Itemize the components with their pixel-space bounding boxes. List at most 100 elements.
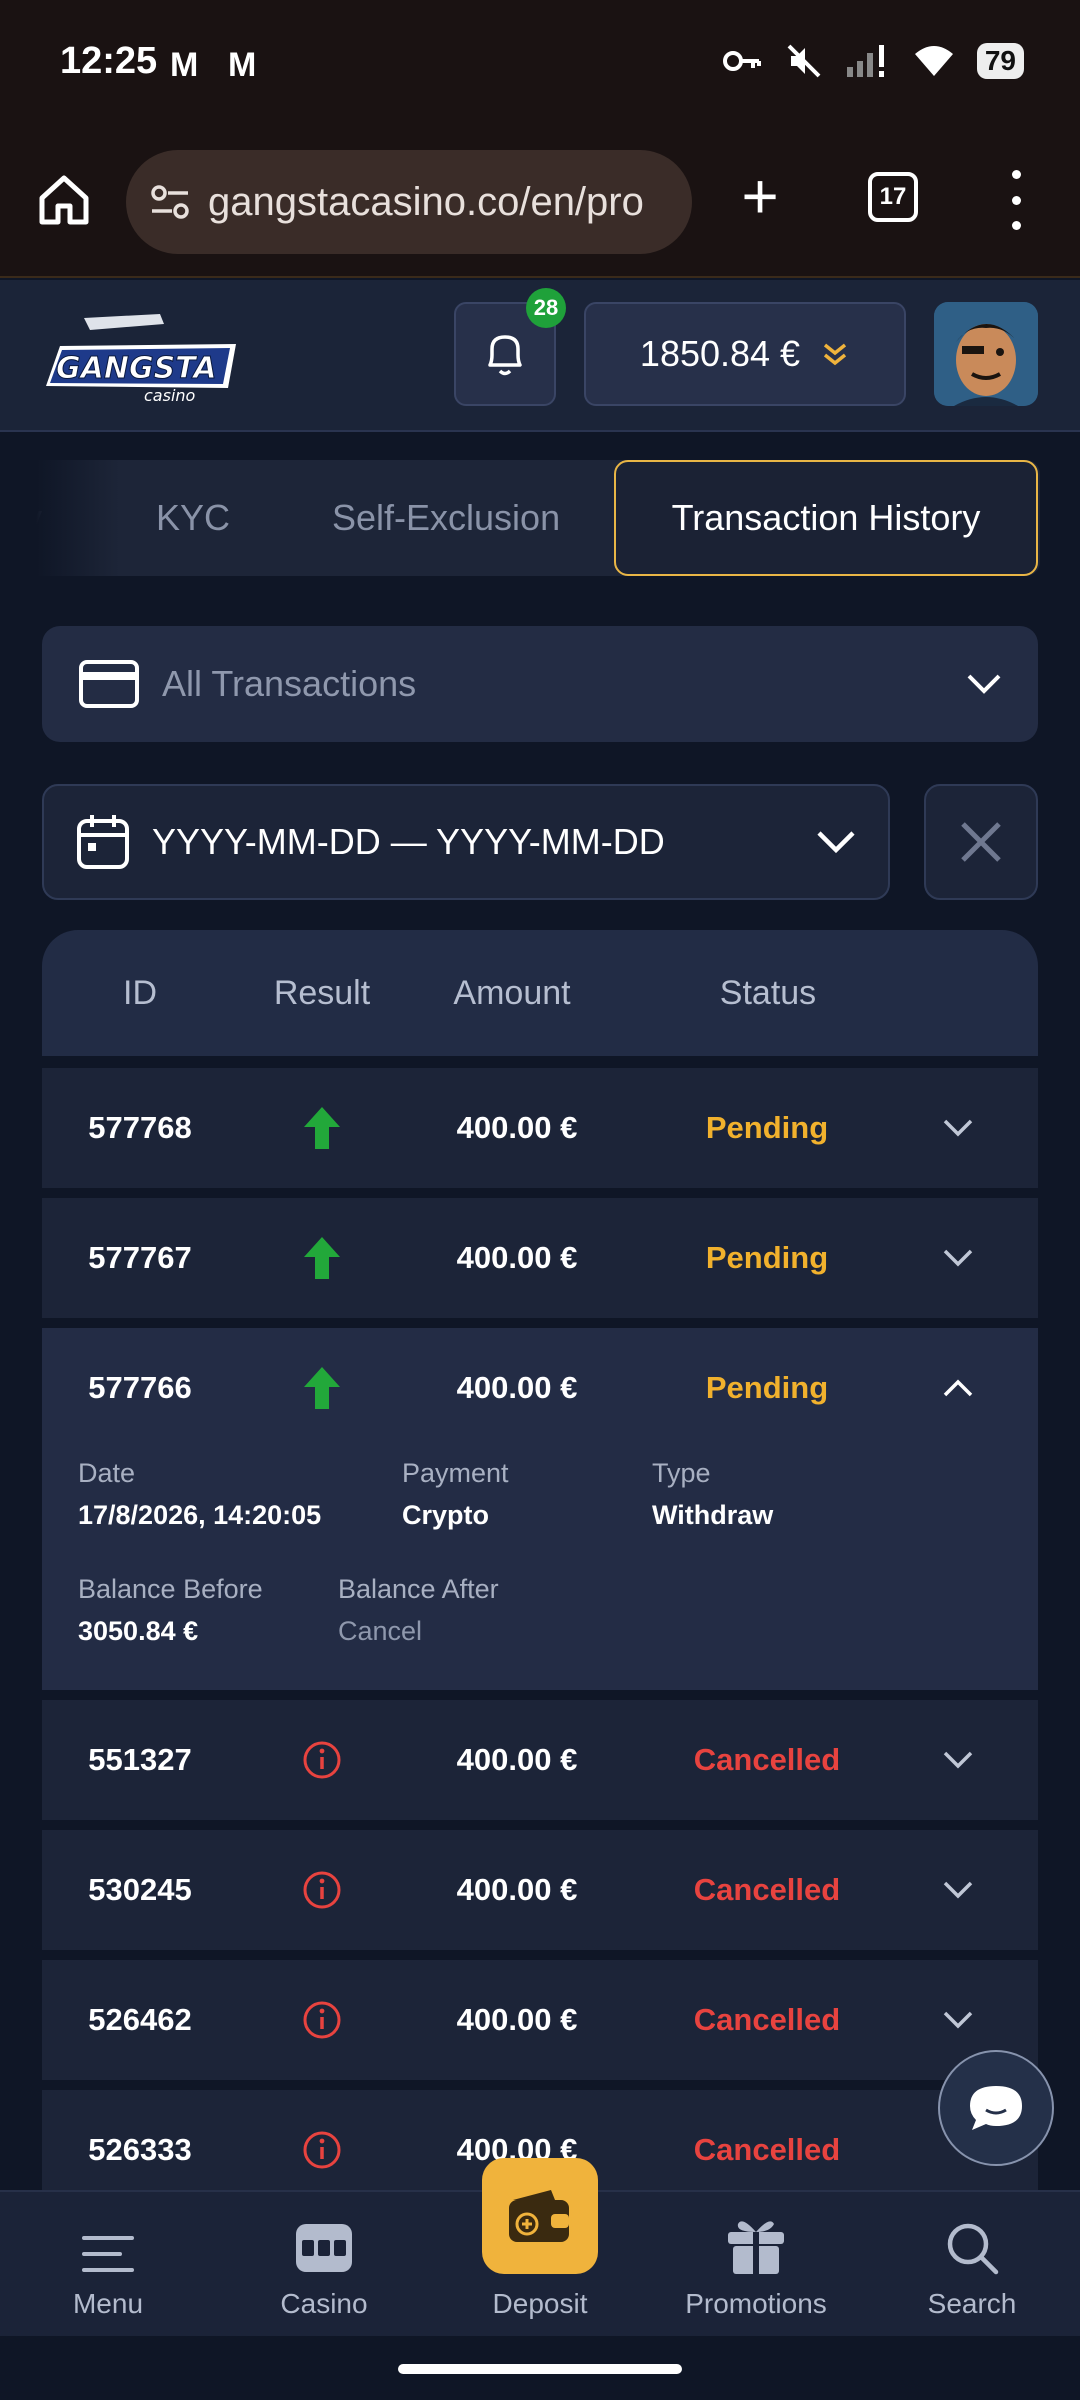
row-status: Cancelled bbox=[693, 1872, 841, 1907]
row-id: 526462 bbox=[88, 2002, 192, 2037]
calendar-icon bbox=[77, 815, 129, 869]
header-id: ID bbox=[123, 973, 157, 1012]
row-amount: 400.00 € bbox=[456, 1370, 578, 1405]
wallet-icon bbox=[509, 2190, 569, 2242]
detail-payment-label: Payment bbox=[402, 1458, 509, 1488]
site-header: GANGSTA casino 28 1850.84 € bbox=[0, 280, 1080, 432]
row-status: Pending bbox=[705, 1110, 829, 1145]
row-amount: 400.00 € bbox=[456, 1110, 578, 1145]
double-chevron-down-icon bbox=[823, 343, 847, 366]
chevron-up-icon[interactable] bbox=[938, 1328, 978, 1448]
nav-casino[interactable]: Casino bbox=[244, 2192, 404, 2338]
detail-payment-value: Crypto bbox=[402, 1500, 489, 1530]
transaction-type-select[interactable]: All Transactions bbox=[42, 626, 1038, 742]
cancel-withdraw-link[interactable]: Cancel bbox=[338, 1616, 422, 1647]
row-id: 577766 bbox=[88, 1370, 192, 1405]
nav-promotions[interactable]: Promotions bbox=[676, 2192, 836, 2338]
tab-self-exclusion[interactable]: Self-Exclusion bbox=[332, 460, 560, 576]
chat-bubble-icon bbox=[970, 2086, 1022, 2130]
header-amount: Amount bbox=[453, 973, 571, 1012]
user-avatar[interactable] bbox=[934, 302, 1038, 406]
row-id: 577767 bbox=[88, 1240, 192, 1275]
row-id: 577768 bbox=[88, 1110, 192, 1145]
table-row[interactable]: 577767 400.00 € Pending bbox=[42, 1198, 1038, 1318]
url-text: gangstacasino.co/en/pro bbox=[208, 179, 644, 224]
nav-casino-label: Casino bbox=[280, 2288, 368, 2319]
table-row[interactable]: 577768 400.00 € Pending bbox=[42, 1068, 1038, 1188]
account-tabs: ity KYC Self-Exclusion Transaction Histo… bbox=[0, 460, 1080, 580]
status-icons: 79 bbox=[722, 42, 1024, 80]
balance-amount: 1850.84 € bbox=[639, 333, 801, 374]
tab-switcher-button[interactable]: 17 bbox=[868, 172, 918, 222]
nav-menu[interactable]: Menu bbox=[28, 2192, 188, 2338]
arrow-up-icon bbox=[262, 1198, 382, 1318]
slot-machine-icon bbox=[296, 2224, 352, 2272]
signal-icon bbox=[846, 45, 884, 77]
row-amount: 400.00 € bbox=[456, 2002, 578, 2037]
table-row[interactable]: 551327 400.00 € Cancelled bbox=[42, 1700, 1038, 1820]
header-status: Status bbox=[719, 973, 817, 1012]
home-icon[interactable] bbox=[36, 172, 92, 228]
browser-menu-icon[interactable] bbox=[1006, 170, 1026, 230]
info-circle-icon bbox=[262, 1960, 382, 2080]
row-status: Cancelled bbox=[693, 2002, 841, 2037]
row-id: 551327 bbox=[88, 1742, 192, 1777]
gmail-icon: M bbox=[170, 46, 199, 84]
tab-transaction-history[interactable]: Transaction History bbox=[614, 460, 1038, 576]
close-icon bbox=[961, 822, 1001, 862]
avatar-image bbox=[934, 302, 1038, 406]
chevron-down-icon bbox=[817, 831, 855, 854]
mute-icon bbox=[787, 44, 821, 78]
chevron-down-icon[interactable] bbox=[938, 1198, 978, 1318]
credit-card-icon bbox=[79, 660, 139, 708]
row-status: Pending bbox=[705, 1370, 829, 1405]
detail-balance-after-label: Balance After bbox=[338, 1574, 499, 1604]
hamburger-icon bbox=[82, 2236, 134, 2272]
arrow-up-icon bbox=[262, 1068, 382, 1188]
row-status: Cancelled bbox=[693, 2132, 841, 2167]
row-amount: 400.00 € bbox=[456, 1742, 578, 1777]
status-time: 12:25 bbox=[60, 40, 158, 82]
gangsta-casino-logo[interactable]: GANGSTA casino bbox=[40, 306, 245, 410]
info-circle-icon bbox=[262, 1700, 382, 1820]
live-chat-button[interactable] bbox=[938, 2050, 1054, 2166]
date-range-value: YYYY-MM-DD — YYYY-MM-DD bbox=[152, 821, 665, 862]
bell-icon bbox=[488, 335, 522, 376]
tab-scroll-fade bbox=[0, 460, 120, 576]
balance-button[interactable]: 1850.84 € bbox=[584, 302, 906, 406]
site-settings-icon[interactable] bbox=[150, 184, 190, 220]
tab-kyc[interactable]: KYC bbox=[156, 460, 230, 576]
url-bar[interactable]: gangstacasino.co/en/pro bbox=[126, 150, 692, 254]
row-id: 530245 bbox=[88, 1872, 192, 1907]
notification-badge: 28 bbox=[526, 288, 566, 328]
table-row[interactable]: 530245 400.00 € Cancelled bbox=[42, 1830, 1038, 1950]
detail-type-label: Type bbox=[652, 1458, 711, 1488]
chevron-down-icon[interactable] bbox=[938, 1068, 978, 1188]
status-bar: 12:25 M M 79 bbox=[0, 0, 1080, 128]
search-icon bbox=[947, 2223, 999, 2275]
chevron-down-icon[interactable] bbox=[938, 1830, 978, 1950]
table-row[interactable]: 526462 400.00 € Cancelled bbox=[42, 1960, 1038, 2080]
nav-search-label: Search bbox=[927, 2288, 1017, 2319]
deposit-button[interactable] bbox=[482, 2158, 598, 2274]
row-id: 526333 bbox=[88, 2132, 192, 2167]
detail-date-label: Date bbox=[78, 1458, 136, 1488]
transaction-type-value: All Transactions bbox=[162, 663, 417, 704]
date-range-select[interactable]: YYYY-MM-DD — YYYY-MM-DD bbox=[42, 784, 890, 900]
detail-balance-before-value: 3050.84 € bbox=[78, 1616, 199, 1646]
chevron-down-icon bbox=[967, 674, 1001, 694]
table-row-expanded[interactable]: 577766 400.00 € Pending Date 17/8/2026, … bbox=[42, 1328, 1038, 1690]
gift-icon bbox=[728, 2221, 784, 2274]
row-status: Pending bbox=[705, 1240, 829, 1275]
nav-deposit-label: Deposit bbox=[492, 2288, 588, 2319]
chevron-down-icon[interactable] bbox=[938, 1700, 978, 1820]
nav-search[interactable]: Search bbox=[892, 2192, 1052, 2338]
detail-balance-before-label: Balance Before bbox=[78, 1574, 263, 1604]
clear-date-button[interactable] bbox=[924, 784, 1038, 900]
row-amount: 400.00 € bbox=[456, 1872, 578, 1907]
home-gesture-bar[interactable] bbox=[398, 2364, 682, 2374]
detail-date-value: 17/8/2026, 14:20:05 bbox=[78, 1500, 322, 1530]
detail-type-value: Withdraw bbox=[652, 1500, 774, 1530]
svg-text:casino: casino bbox=[144, 386, 196, 405]
new-tab-button[interactable]: + bbox=[730, 164, 790, 228]
